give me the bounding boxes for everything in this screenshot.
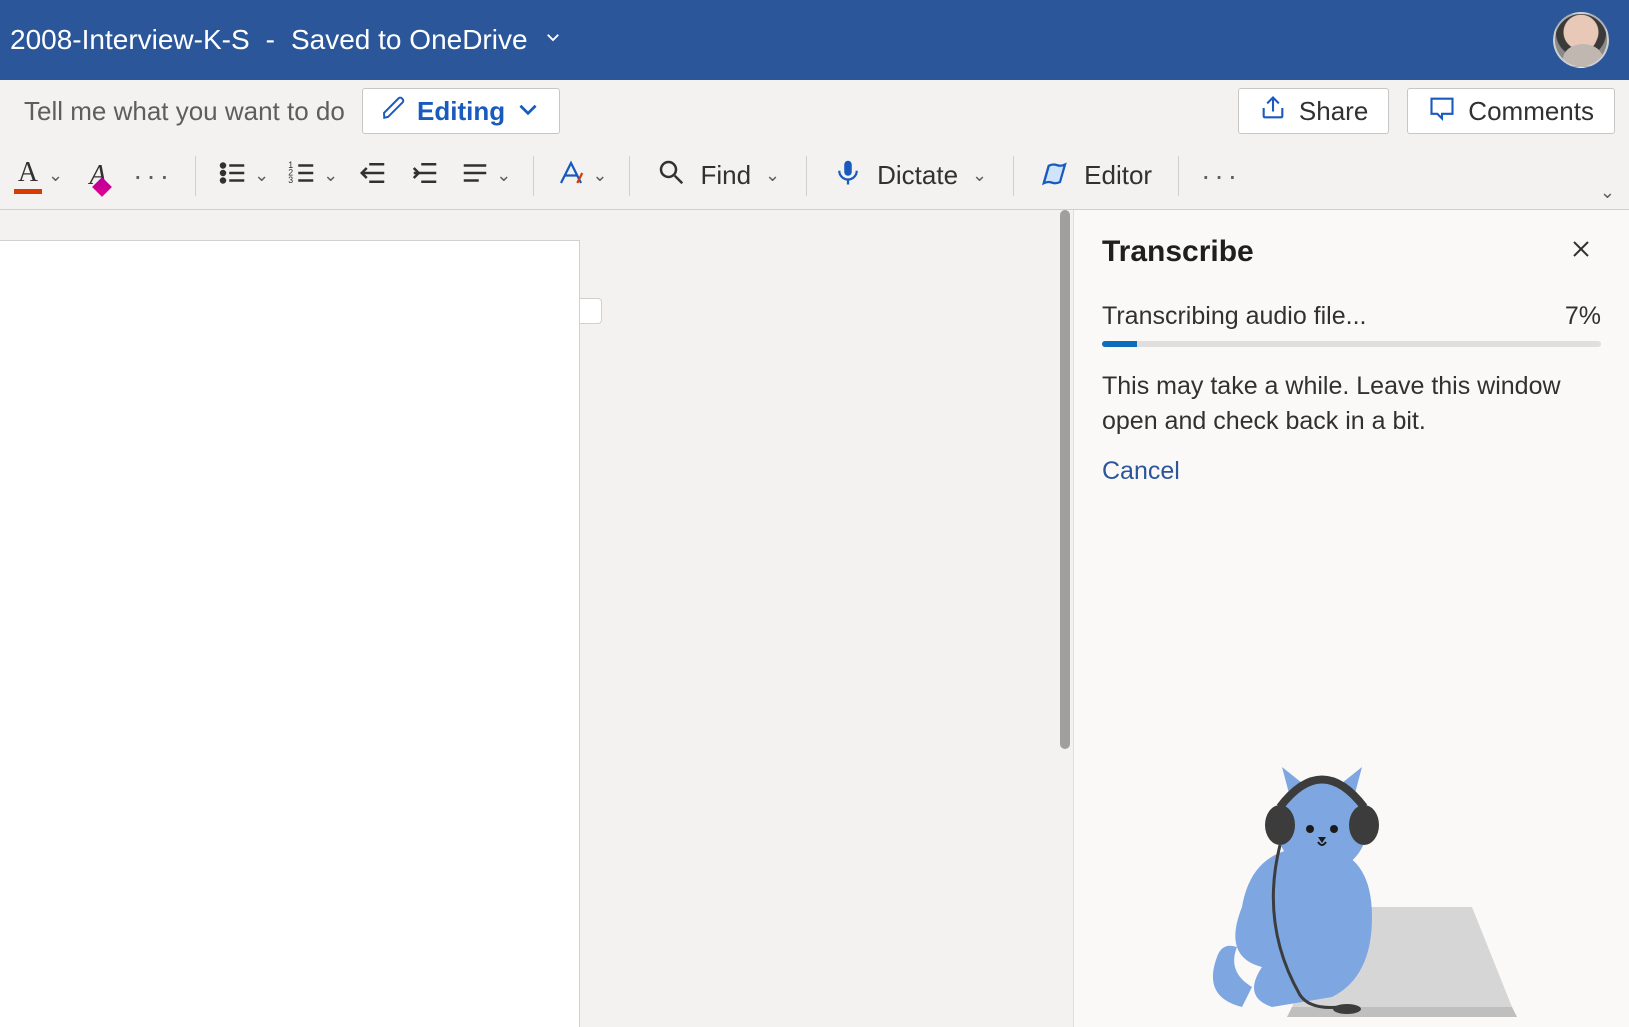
chevron-down-icon: ⌄ — [972, 165, 987, 186]
progress-bar-fill — [1102, 341, 1137, 347]
editor-icon — [1040, 157, 1070, 194]
doc-name: 2008-Interview-K-S — [10, 24, 250, 56]
find-label: Find — [700, 160, 751, 191]
comment-icon — [1428, 94, 1456, 129]
svg-text:3: 3 — [288, 175, 293, 185]
progress-bar — [1102, 341, 1601, 347]
divider — [533, 156, 534, 196]
titlebar: 2008-Interview-K-S - Saved to OneDrive — [0, 0, 1629, 80]
chevron-down-icon: ⌄ — [765, 165, 780, 186]
close-pane-button[interactable] — [1561, 232, 1601, 272]
search-icon — [656, 157, 686, 194]
editing-label: Editing — [417, 96, 505, 127]
status-row: Transcribing audio file... 7% — [1102, 302, 1601, 331]
cancel-button[interactable]: Cancel — [1102, 457, 1180, 486]
ribbon-expand-button[interactable]: ⌄ — [1592, 178, 1623, 207]
divider — [806, 156, 807, 196]
outdent-icon — [358, 158, 388, 193]
align-icon — [460, 158, 490, 193]
comments-button[interactable]: Comments — [1407, 88, 1615, 134]
pane-title: Transcribe — [1102, 235, 1254, 269]
divider — [1013, 156, 1014, 196]
bulleted-list-button[interactable]: ⌄ — [212, 153, 275, 199]
more-font-button[interactable]: ··· — [127, 153, 179, 199]
dictate-label: Dictate — [877, 160, 958, 191]
ribbon: A ⌄ A ··· ⌄ 1 2 3 ⌄ — [0, 142, 1629, 210]
chevron-down-icon — [544, 28, 562, 52]
increase-indent-button[interactable] — [402, 153, 448, 199]
more-commands-button[interactable]: ··· — [1195, 153, 1247, 199]
ellipsis-icon: ··· — [133, 160, 173, 192]
illustration — [1172, 707, 1532, 1027]
font-color-button[interactable]: A ⌄ — [8, 153, 69, 199]
scrollbar-thumb[interactable] — [1060, 210, 1070, 749]
document-area — [0, 210, 1073, 1027]
divider — [629, 156, 630, 196]
microphone-icon — [833, 157, 863, 194]
hint-text: This may take a while. Leave this window… — [1102, 369, 1601, 439]
chevron-down-icon: ⌄ — [592, 165, 607, 186]
command-bar: Editing Share Comments — [0, 80, 1629, 142]
tell-me-input[interactable] — [24, 96, 344, 127]
styles-icon — [556, 158, 586, 193]
share-button[interactable]: Share — [1238, 88, 1389, 134]
scrollbar[interactable] — [1057, 210, 1073, 1027]
chevron-down-icon: ⌄ — [496, 165, 511, 186]
share-label: Share — [1299, 96, 1368, 127]
share-icon — [1259, 94, 1287, 129]
chevron-down-icon: ⌄ — [323, 165, 338, 186]
divider — [1178, 156, 1179, 196]
save-status: Saved to OneDrive — [291, 24, 528, 56]
chevron-down-icon: ⌄ — [48, 165, 63, 186]
clear-formatting-icon: A — [90, 160, 107, 192]
status-text: Transcribing audio file... — [1102, 302, 1366, 331]
cancel-label: Cancel — [1102, 457, 1180, 485]
separator: - — [266, 24, 275, 56]
ellipsis-icon: ··· — [1201, 160, 1241, 192]
editor-label: Editor — [1084, 160, 1152, 191]
main-area: Transcribe Transcribing audio file... 7%… — [0, 210, 1629, 1027]
editor-button[interactable]: Editor — [1030, 153, 1162, 199]
doc-title[interactable]: 2008-Interview-K-S - Saved to OneDrive — [10, 24, 562, 56]
decrease-indent-button[interactable] — [350, 153, 396, 199]
numbered-list-button[interactable]: 1 2 3 ⌄ — [281, 153, 344, 199]
pencil-icon — [381, 95, 407, 128]
indent-icon — [410, 158, 440, 193]
editing-mode-button[interactable]: Editing — [362, 88, 560, 134]
find-button[interactable]: Find ⌄ — [646, 153, 790, 199]
comments-label: Comments — [1468, 96, 1594, 127]
chevron-down-icon — [515, 96, 541, 127]
clear-formatting-button[interactable]: A — [75, 153, 121, 199]
bulleted-list-icon — [218, 158, 248, 193]
chevron-down-icon: ⌄ — [254, 165, 269, 186]
page-tab[interactable] — [580, 298, 602, 324]
chevron-down-icon: ⌄ — [1600, 182, 1615, 202]
divider — [195, 156, 196, 196]
align-button[interactable]: ⌄ — [454, 153, 517, 199]
numbered-list-icon: 1 2 3 — [287, 158, 317, 193]
close-icon — [1569, 236, 1593, 267]
document-page[interactable] — [0, 240, 580, 1027]
avatar[interactable] — [1553, 12, 1609, 68]
styles-button[interactable]: ⌄ — [550, 153, 613, 199]
transcribe-pane: Transcribe Transcribing audio file... 7%… — [1073, 210, 1629, 1027]
progress-percent: 7% — [1565, 302, 1601, 331]
font-color-icon: A — [14, 157, 42, 194]
dictate-button[interactable]: Dictate ⌄ — [823, 153, 997, 199]
